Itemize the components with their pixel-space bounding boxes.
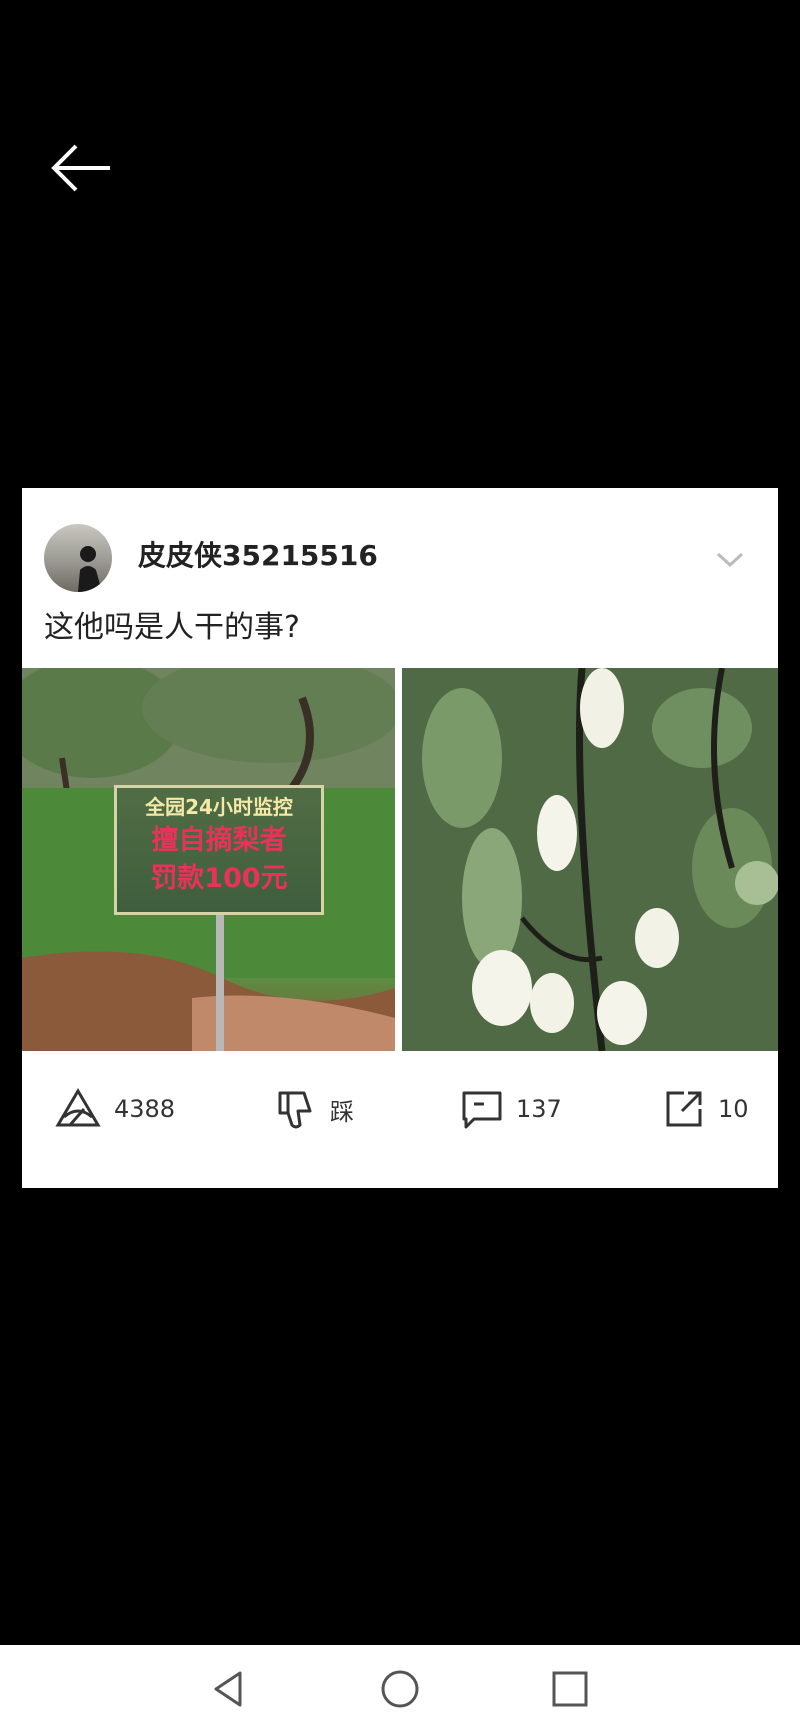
- warning-sign: 全园24小时监控 擅自摘梨者 罚款100元: [114, 785, 324, 915]
- square-recents-icon: [552, 1671, 588, 1707]
- nav-home-button[interactable]: [376, 1665, 424, 1713]
- share-button[interactable]: 10: [662, 1087, 749, 1131]
- comment-icon: [462, 1091, 502, 1129]
- circle-home-icon: [381, 1670, 419, 1708]
- avatar[interactable]: [44, 524, 112, 592]
- avatar-silhouette-icon: [78, 546, 102, 592]
- like-button[interactable]: 4388: [54, 1087, 175, 1131]
- like-icon: [55, 1088, 101, 1127]
- post-image-right[interactable]: [402, 668, 778, 1051]
- triangle-back-icon: [214, 1671, 242, 1707]
- post-card: 皮皮侠35215516 这他吗是人干的事? 全园24小时监控 擅自摘梨者 罚款1…: [22, 488, 778, 1188]
- system-navigation-bar: [0, 1645, 800, 1733]
- share-icon: [666, 1091, 702, 1127]
- more-options-button[interactable]: [712, 548, 748, 572]
- back-button[interactable]: [50, 140, 114, 196]
- post-text: 这他吗是人干的事?: [44, 610, 300, 645]
- thumbs-down-icon: [278, 1091, 312, 1129]
- action-bar: 4388 踩 137 10: [22, 1051, 778, 1161]
- sign-post: [216, 915, 224, 1051]
- sign-line-1: 全园24小时监控: [145, 795, 293, 819]
- dislike-label: 踩: [330, 1097, 354, 1126]
- nav-recents-button[interactable]: [546, 1665, 594, 1713]
- like-count: 4388: [114, 1095, 176, 1123]
- arrow-left-icon: [51, 144, 110, 192]
- comment-count: 137: [516, 1095, 562, 1123]
- chevron-down-icon: [716, 552, 744, 568]
- sign-line-2: 擅自摘梨者: [151, 825, 287, 856]
- eaten-pears-scene: [402, 668, 778, 1051]
- comment-button[interactable]: 137: [460, 1087, 562, 1131]
- share-count: 10: [718, 1095, 749, 1123]
- nav-back-button[interactable]: [206, 1665, 254, 1713]
- post-image-left[interactable]: 全园24小时监控 擅自摘梨者 罚款100元: [22, 668, 395, 1051]
- dislike-button[interactable]: 踩: [274, 1087, 354, 1131]
- sign-line-3: 罚款100元: [150, 863, 288, 894]
- username[interactable]: 皮皮侠35215516: [138, 536, 378, 576]
